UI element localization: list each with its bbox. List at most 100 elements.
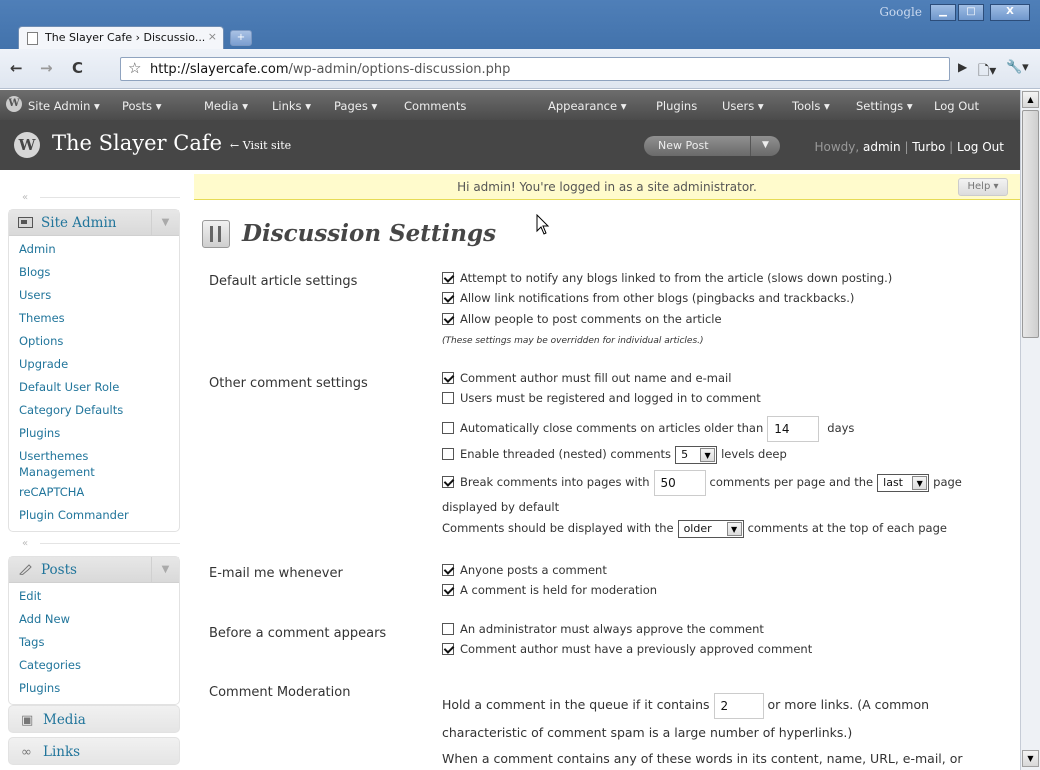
- sidebar-item-recaptcha[interactable]: reCAPTCHA: [9, 481, 179, 504]
- sidebar-item-options[interactable]: Options: [9, 330, 179, 353]
- checkbox-row-held-moderation[interactable]: A comment is held for moderation: [442, 580, 657, 600]
- new-post-label: New Post: [658, 139, 709, 152]
- site-title[interactable]: The Slayer Cafe: [52, 131, 222, 155]
- chevron-down-icon[interactable]: ▼: [726, 521, 742, 536]
- comment-order-select[interactable]: older ▼: [677, 519, 744, 538]
- header-log-out-link[interactable]: Log Out: [957, 140, 1004, 154]
- maximize-button[interactable]: □: [958, 4, 984, 21]
- sidebar-item-add-new[interactable]: Add New: [9, 608, 179, 631]
- sidebar-item-upgrade[interactable]: Upgrade: [9, 353, 179, 376]
- chevron-down-icon[interactable]: ▼: [151, 210, 179, 236]
- checkbox[interactable]: [442, 584, 454, 596]
- checkbox-row-paging[interactable]: Break comments into pages with 50 comments…: [442, 468, 962, 496]
- visit-site-link[interactable]: ← Visit site: [230, 139, 291, 152]
- page-scrollbar[interactable]: ▲ ▼: [1020, 90, 1040, 770]
- sidebar-item-themes[interactable]: Themes: [9, 307, 179, 330]
- sidebar-item-blogs[interactable]: Blogs: [9, 261, 179, 284]
- sidebar-item-admin[interactable]: Admin: [9, 238, 179, 261]
- menu-media[interactable]: Media ▾: [204, 99, 248, 113]
- checkbox-row-notify-blogs[interactable]: Attempt to notify any blogs linked to fr…: [442, 268, 892, 288]
- browser-tab[interactable]: The Slayer Cafe › Discussio... ×: [18, 26, 224, 49]
- sidebar-item-posts-plugins[interactable]: Plugins: [9, 677, 179, 700]
- checkbox-row-anyone-posts[interactable]: Anyone posts a comment: [442, 560, 607, 580]
- menu-site-admin[interactable]: Site Admin ▾: [28, 99, 100, 113]
- username-link[interactable]: admin: [863, 140, 901, 154]
- checkbox[interactable]: [442, 476, 454, 488]
- checkbox-row-previously-approved[interactable]: Comment author must have a previously ap…: [442, 639, 812, 659]
- sidebar-item-plugins[interactable]: Plugins: [9, 422, 179, 445]
- close-window-button[interactable]: X: [990, 4, 1030, 21]
- menu-pages[interactable]: Pages ▾: [334, 99, 377, 113]
- checkbox[interactable]: [442, 392, 454, 404]
- menu-media-group[interactable]: ▣ Media: [8, 705, 180, 733]
- play-icon[interactable]: ▶: [958, 60, 967, 74]
- checkbox[interactable]: [442, 643, 454, 655]
- menu-plugins[interactable]: Plugins: [656, 99, 697, 113]
- checkbox-label: Enable threaded (nested) comments: [460, 447, 672, 461]
- menu-settings[interactable]: Settings ▾: [856, 99, 913, 113]
- checkbox[interactable]: [442, 422, 454, 434]
- forward-button[interactable]: →: [40, 59, 53, 77]
- menu-tools[interactable]: Tools ▾: [792, 99, 830, 113]
- paging-continuation: displayed by default: [442, 500, 560, 514]
- minimize-button[interactable]: ▁: [930, 4, 956, 21]
- close-days-input[interactable]: 14: [767, 415, 820, 442]
- checkbox-row-allow-comments[interactable]: Allow people to post comments on the art…: [442, 309, 722, 329]
- checkbox[interactable]: [442, 448, 454, 460]
- chevron-down-icon[interactable]: ▼: [151, 557, 179, 583]
- checkbox[interactable]: [442, 292, 454, 304]
- turbo-link[interactable]: Turbo: [912, 140, 945, 154]
- menu-posts[interactable]: Posts ▾: [122, 99, 161, 113]
- checkbox-row-admin-approve[interactable]: An administrator must always approve the…: [442, 619, 764, 639]
- collapse-arrow-icon[interactable]: «: [22, 192, 28, 203]
- back-button[interactable]: ←: [10, 59, 23, 77]
- checkbox[interactable]: [442, 272, 454, 284]
- wrench-icon[interactable]: 🔧▾: [1006, 60, 1029, 75]
- chevron-down-icon[interactable]: ▼: [750, 136, 780, 156]
- thread-depth-select[interactable]: 5 ▼: [675, 445, 718, 464]
- checkbox-label: An administrator must always approve the…: [460, 622, 764, 636]
- page-menu-icon[interactable]: 🗋▾: [978, 60, 996, 84]
- checkbox-row-threaded[interactable]: Enable threaded (nested) comments 5 ▼ level…: [442, 442, 787, 466]
- sidebar-item-categories[interactable]: Categories: [9, 654, 179, 677]
- menu-head-posts[interactable]: Posts ▼: [9, 557, 179, 583]
- new-tab-button[interactable]: +: [230, 30, 252, 46]
- star-icon[interactable]: ☆: [128, 59, 141, 77]
- scroll-down-icon[interactable]: ▼: [1022, 750, 1039, 767]
- menu-users[interactable]: Users ▾: [722, 99, 764, 113]
- sidebar-item-plugin-commander[interactable]: Plugin Commander: [9, 504, 179, 527]
- default-page-select[interactable]: last ▼: [877, 473, 930, 492]
- new-post-button[interactable]: New Post ▼: [644, 136, 780, 156]
- checkbox-row-link-notifications[interactable]: Allow link notifications from other blog…: [442, 288, 854, 308]
- scroll-up-icon[interactable]: ▲: [1022, 91, 1039, 108]
- url-text[interactable]: http://slayercafe.com/wp-admin/options-d…: [150, 62, 510, 77]
- menu-head-site-admin[interactable]: Site Admin ▼: [9, 210, 179, 236]
- reload-button[interactable]: C: [72, 59, 83, 77]
- checkbox-row-require-name-email[interactable]: Comment author must fill out name and e-…: [442, 368, 731, 388]
- menu-comments[interactable]: Comments: [404, 99, 466, 113]
- menu-appearance[interactable]: Appearance ▾: [548, 99, 626, 113]
- sidebar-item-category-defaults[interactable]: Category Defaults: [9, 399, 179, 422]
- checkbox[interactable]: [442, 623, 454, 635]
- sidebar-item-users[interactable]: Users: [9, 284, 179, 307]
- comments-per-page-input[interactable]: 50: [653, 469, 706, 496]
- menu-links-group[interactable]: ∞ Links: [8, 737, 180, 765]
- sidebar-item-default-user-role[interactable]: Default User Role: [9, 376, 179, 399]
- checkbox[interactable]: [442, 313, 454, 325]
- collapse-arrow-icon[interactable]: «: [22, 538, 28, 549]
- menu-log-out[interactable]: Log Out: [934, 99, 979, 113]
- help-button[interactable]: Help ▾: [958, 178, 1008, 196]
- sidebar-item-userthemes[interactable]: Userthemes Management: [9, 445, 119, 481]
- tab-close-icon[interactable]: ×: [208, 30, 217, 43]
- checkbox-row-auto-close[interactable]: Automatically close comments on articles…: [442, 414, 854, 442]
- sidebar-item-tags[interactable]: Tags: [9, 631, 179, 654]
- chevron-down-icon[interactable]: ▼: [700, 447, 716, 462]
- chevron-down-icon[interactable]: ▼: [912, 475, 928, 490]
- moderation-links-input[interactable]: 2: [713, 692, 764, 719]
- sidebar-item-edit[interactable]: Edit: [9, 585, 179, 608]
- menu-links[interactable]: Links ▾: [272, 99, 311, 113]
- checkbox[interactable]: [442, 564, 454, 576]
- scrollbar-thumb[interactable]: [1022, 110, 1039, 338]
- checkbox-row-registration-required[interactable]: Users must be registered and logged in t…: [442, 388, 761, 408]
- checkbox[interactable]: [442, 372, 454, 384]
